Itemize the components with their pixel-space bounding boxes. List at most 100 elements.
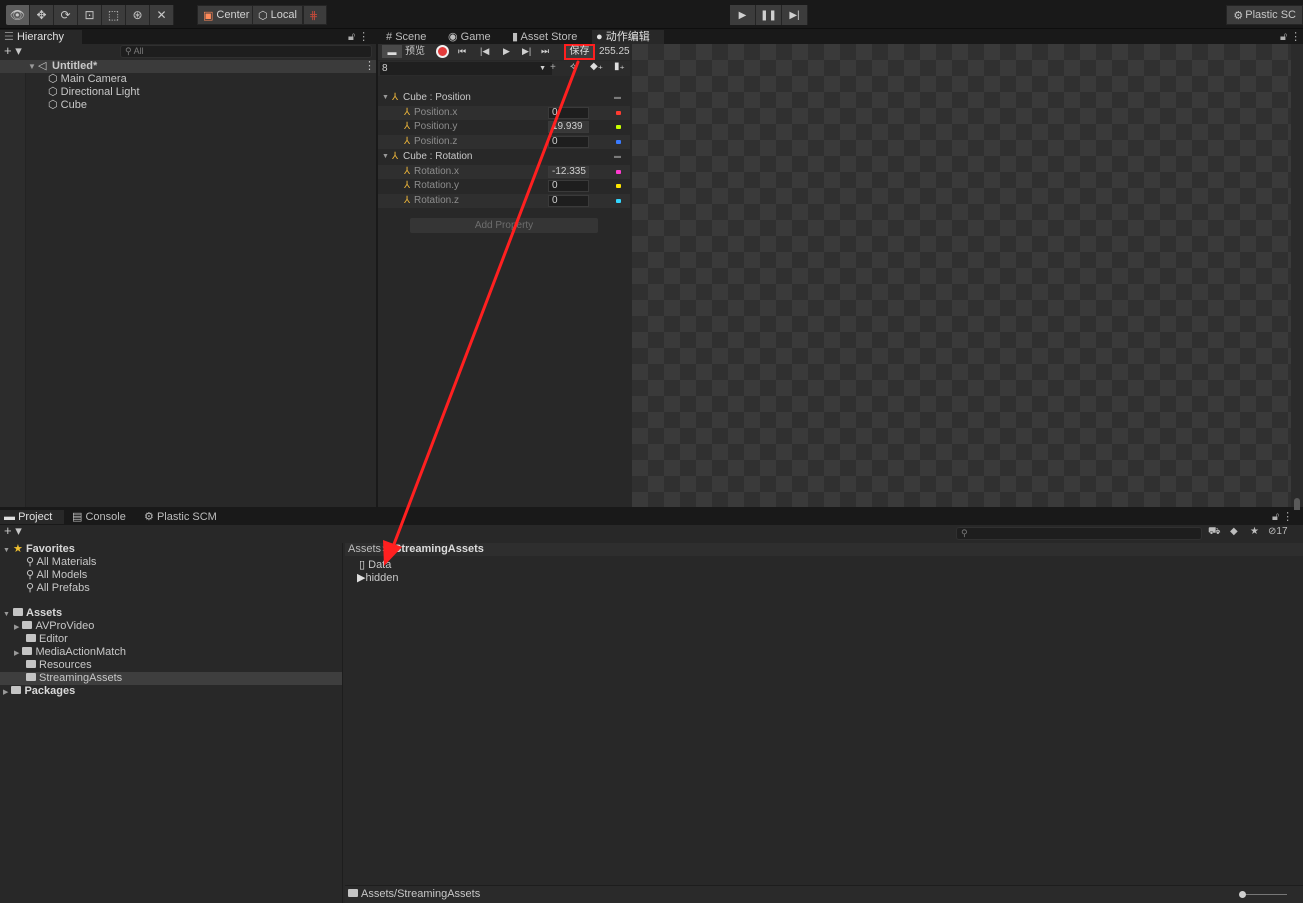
record-button-icon[interactable] [436, 45, 449, 58]
first-frame-icon[interactable]: ⏮ [458, 45, 466, 58]
property-group-header[interactable]: ▼ ⅄ Cube : Position ▬ [378, 91, 630, 105]
transform-axes-icon: ⅄ [404, 166, 411, 177]
add-event-icon[interactable]: ▮₊ [614, 61, 625, 72]
tree-folder[interactable]: Editor [26, 633, 68, 646]
slider-handle[interactable] [1239, 891, 1246, 898]
tree-folder[interactable]: ▶ MediaActionMatch [14, 646, 126, 659]
clip-select[interactable]: 8 ▼ [380, 62, 552, 75]
icon-size-slider[interactable] [1241, 894, 1287, 895]
property-row[interactable]: ⅄ Position.y 19.939 [378, 120, 630, 134]
property-value-input[interactable]: 0 [548, 195, 589, 207]
timeline-scrollbar[interactable] [1291, 44, 1303, 518]
tree-item[interactable]: ⚲ All Models [26, 569, 87, 582]
breadcrumb-current[interactable]: StreamingAssets [394, 543, 484, 556]
plastic-scm-button[interactable]: ⚙ Plastic SC [1226, 5, 1303, 25]
hierarchy-item[interactable]: ⬡ Directional Light [48, 86, 140, 99]
property-row[interactable]: ⅄ Rotation.y 0 [378, 179, 630, 193]
hidden-packages-toggle[interactable]: ⊘17 [1268, 526, 1288, 537]
tree-assets[interactable]: ▼ Assets [3, 607, 62, 620]
group-dot-icon: ▬ [614, 153, 621, 160]
rotate-tool-icon[interactable]: ⟳ [54, 5, 78, 25]
tree-item[interactable]: ⚲ All Materials [26, 556, 96, 569]
property-value-input[interactable]: 0 [548, 180, 589, 192]
keyframe-filter-icon[interactable]: ⟡ [570, 61, 577, 72]
tab-asset-store[interactable]: ▮ Asset Store [508, 30, 581, 44]
tab-animation[interactable]: ● 动作编辑 [592, 30, 664, 44]
property-row[interactable]: ⅄ Position.x 0 [378, 106, 630, 120]
property-value-input[interactable]: 0 [548, 136, 589, 148]
transform-tool-icon[interactable]: ⊛ [126, 5, 150, 25]
property-group-header[interactable]: ▼ ⅄ Cube : Rotation ▬ [378, 150, 630, 164]
move-tool-icon[interactable]: ✥ [30, 5, 54, 25]
property-value-input[interactable]: -12.335 [548, 166, 589, 178]
tree-packages[interactable]: ▶ Packages [3, 685, 75, 698]
scene-tabbar: # Scene ◉ Game ▮ Asset Store ● 动作编辑 🔓︎ ⋮ [378, 30, 1303, 44]
preview-button[interactable]: 预览 [405, 45, 425, 58]
pause-button-icon[interactable]: ❚❚ [756, 5, 782, 25]
scene-menu-icon[interactable]: ⋮ [364, 60, 375, 73]
scene-row[interactable]: ▼ ◁ Untitled* ⋮ [0, 60, 376, 73]
tab-console[interactable]: ▤ Console [68, 510, 130, 524]
hierarchy-item-label: Main Camera [60, 73, 127, 85]
property-row[interactable]: ⅄ Rotation.x -12.335 [378, 165, 630, 179]
hierarchy-search-input[interactable]: ⚲ All [120, 45, 372, 58]
next-frame-icon[interactable]: ▶| [522, 45, 531, 58]
curve-color-dot [616, 184, 621, 188]
save-button[interactable]: 保存 [564, 44, 595, 60]
tab-project[interactable]: ▬ Project [0, 510, 64, 524]
tab-scene[interactable]: # Scene [382, 30, 430, 44]
lock-icon[interactable]: 🔓︎ ⋮ [348, 30, 369, 44]
add-keyframe-plus-icon[interactable]: + [550, 62, 556, 73]
tree-folder[interactable]: ▶ AVProVideo [14, 620, 94, 633]
filter-by-type-icon[interactable]: ⛟ [1208, 526, 1221, 539]
rect-tool-icon[interactable]: ⬚ [102, 5, 126, 25]
property-value-input[interactable]: 0 [548, 107, 589, 119]
pivot-center-toggle[interactable]: ▣ Center [197, 5, 256, 25]
status-bar: Assets/StreamingAssets [345, 885, 1303, 903]
project-search-input[interactable]: ⚲ [956, 527, 1202, 540]
folder-icon [26, 660, 36, 668]
file-item[interactable]: ▯ Data [359, 559, 391, 572]
custom-tool-icon[interactable]: ✕ [150, 5, 174, 25]
clip-row: 8 ▼ + ⟡ ◆₊ ▮₊ [378, 61, 630, 76]
frame-value[interactable]: 255.25 [599, 45, 630, 58]
view-tool-eye-icon[interactable]: 👁 [6, 5, 30, 25]
tab-game[interactable]: ◉ Game [444, 30, 495, 44]
property-row[interactable]: ⅄ Position.z 0 [378, 135, 630, 149]
folder-icon[interactable]: ▬ [382, 45, 402, 58]
scale-tool-icon[interactable]: ⊡ [78, 5, 102, 25]
animation-timeline-area[interactable] [632, 44, 1291, 507]
favorite-star-icon[interactable]: ★ [1250, 526, 1259, 537]
step-button-icon[interactable]: ▶| [782, 5, 808, 25]
tab-plastic-scm[interactable]: ⚙ Plastic SCM [140, 510, 221, 524]
add-property-button[interactable]: Add Property [410, 218, 598, 233]
property-value-input[interactable]: 19.939 [548, 121, 589, 133]
last-frame-icon[interactable]: ⏭ [541, 45, 549, 58]
lock-icon[interactable]: 🔓︎ ⋮ [1280, 30, 1301, 44]
tab-hierarchy[interactable]: ☰ Hierarchy [0, 30, 82, 44]
tree-folder-selected[interactable]: StreamingAssets [0, 672, 342, 685]
filter-by-label-icon[interactable]: ◆ [1230, 526, 1238, 537]
add-keyframe-icon[interactable]: ◆₊ [590, 61, 603, 72]
tree-favorites[interactable]: ▼ ★ Favorites [3, 543, 75, 556]
project-panel: ▬ Project ▤ Console ⚙ Plastic SCM 🔓︎ ⋮ +… [0, 510, 1303, 903]
tree-folder[interactable]: Resources [26, 659, 92, 672]
create-asset-button[interactable]: + ▾ [4, 524, 22, 537]
add-object-button[interactable]: + ▾ [4, 44, 22, 57]
search-icon: ⚲ [26, 569, 35, 581]
pivot-local-toggle[interactable]: ⬡ Local [252, 5, 303, 25]
tree-item[interactable]: ⚲ All Prefabs [26, 582, 90, 595]
file-label: Data [368, 559, 392, 571]
gameobject-cube-icon: ⬡ [48, 73, 58, 85]
breadcrumb-root[interactable]: Assets [348, 543, 381, 556]
play-icon[interactable]: ▶ [503, 45, 510, 58]
hierarchy-item[interactable]: ⬡ Cube [48, 99, 87, 112]
play-button-icon[interactable]: ▶ [730, 5, 756, 25]
property-row[interactable]: ⅄ Rotation.z 0 [378, 194, 630, 208]
grid-snap-icon[interactable]: ⋕ [303, 5, 327, 25]
lock-icon[interactable]: 🔓︎ ⋮ [1272, 510, 1293, 524]
property-label: Rotation.y [414, 180, 460, 191]
file-item[interactable]: ▶hidden [357, 572, 399, 585]
hierarchy-item[interactable]: ⬡ Main Camera [48, 73, 127, 86]
prev-frame-icon[interactable]: |◀ [480, 45, 489, 58]
